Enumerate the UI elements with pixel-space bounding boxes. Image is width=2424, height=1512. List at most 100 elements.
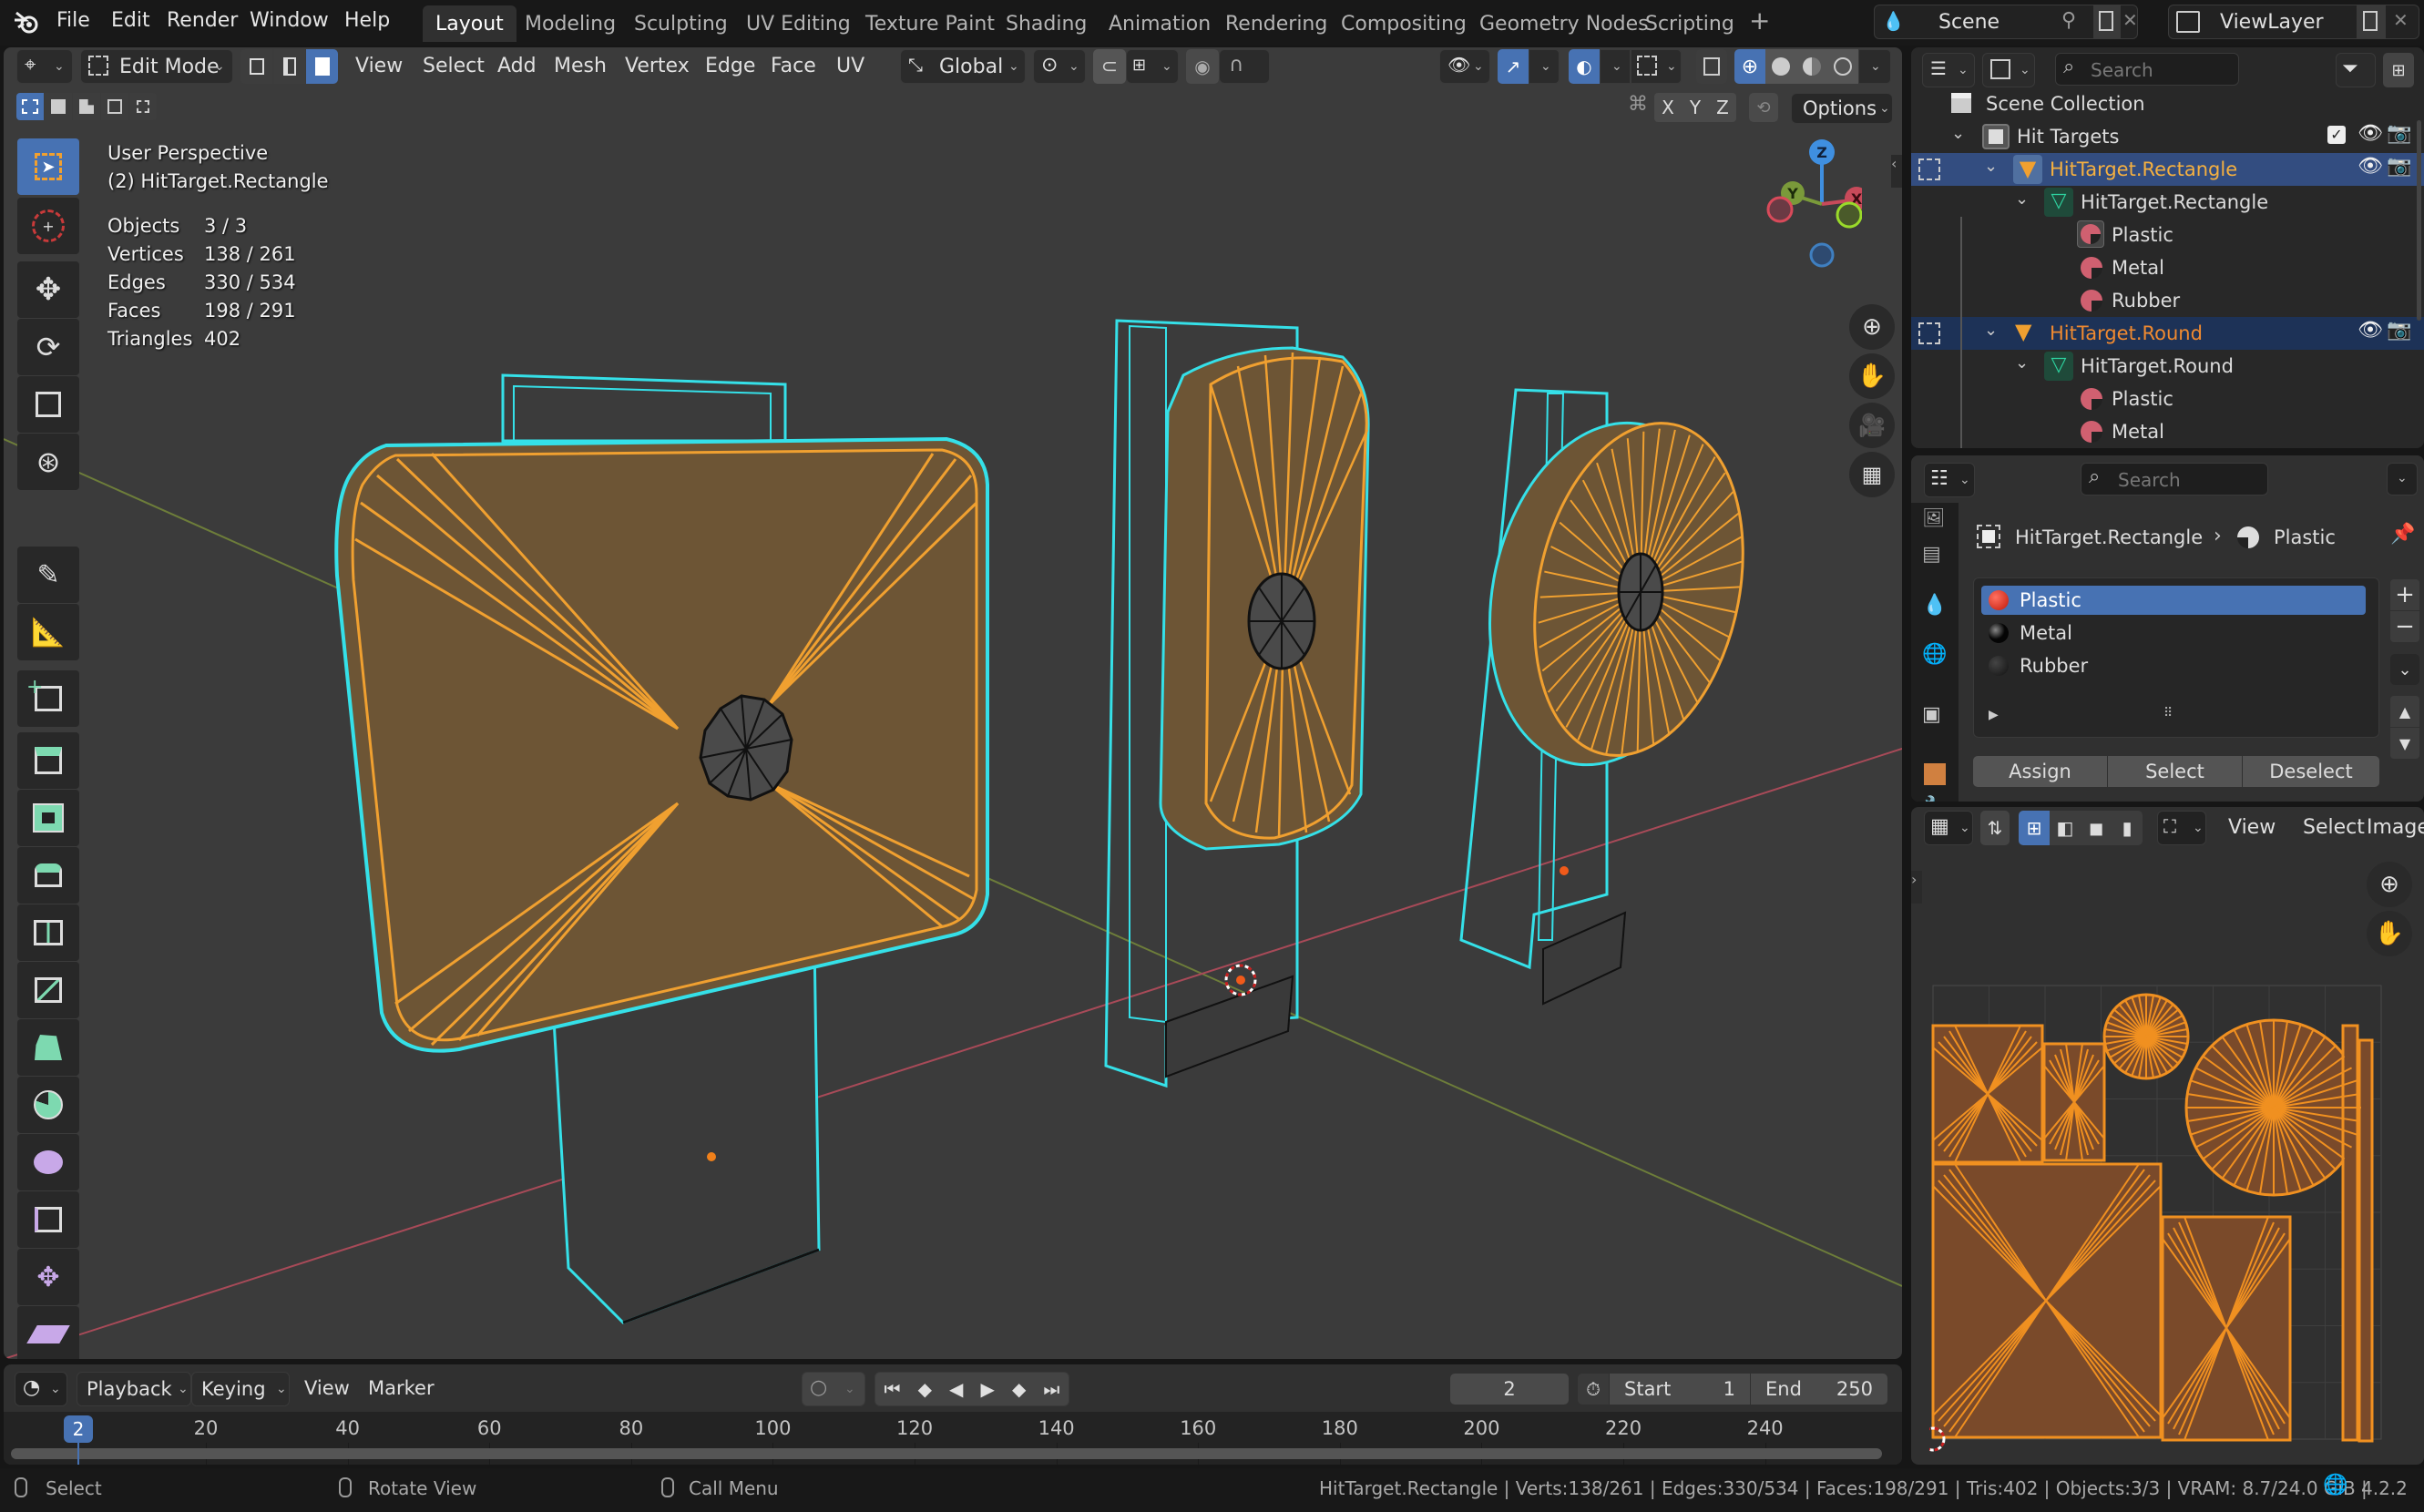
timeline-editor-type[interactable]: ◔ ⌄ (15, 1372, 67, 1406)
jump-to-keyframe-next-icon[interactable]: ◆ (1012, 1378, 1026, 1400)
properties-editor-type[interactable]: ☷ ⌄ (1924, 463, 1975, 497)
edit-mode-toggle-icon[interactable] (1918, 158, 1940, 180)
outliner-editor-type[interactable]: ☰ ⌄ (1922, 53, 1975, 87)
tab-world-icon[interactable]: 🌐 (1922, 643, 1947, 666)
move-slot-up-button[interactable]: ▲ (2390, 696, 2419, 727)
tool-move[interactable]: ✥ (17, 261, 79, 318)
tab-render-icon[interactable]: 🖼 (1922, 506, 1945, 528)
workspace-tab-rendering[interactable]: Rendering (1212, 5, 1340, 42)
outliner-row-material[interactable]: Metal (1911, 415, 2424, 448)
outliner-row-material[interactable]: Plastic (1911, 383, 2424, 415)
workspace-tab-compositing[interactable]: Compositing (1328, 5, 1479, 42)
workspace-tab-uv-editing[interactable]: UV Editing (733, 5, 864, 42)
blender-logo-icon[interactable] (13, 9, 40, 36)
workspace-tab-animation[interactable]: Animation (1096, 5, 1223, 42)
outliner-row-scene-collection[interactable]: Scene Collection (1911, 87, 2424, 120)
tab-scene-icon[interactable]: 💧 (1922, 594, 1947, 617)
tool-shear[interactable] (17, 1306, 79, 1359)
material-slots-list[interactable]: Plastic Metal Rubber ▶ ⠿ (1973, 577, 2379, 738)
material-specials-dropdown[interactable]: ⌄ (2390, 654, 2419, 685)
workspace-tab-sculpting[interactable]: Sculpting (621, 5, 741, 42)
pin-icon[interactable]: ⚲ (2061, 9, 2076, 32)
add-material-slot-button[interactable]: + (2390, 579, 2419, 610)
frame-end-field[interactable]: End 250 (1751, 1374, 1887, 1405)
expand-chevron-icon[interactable]: ⌄ (1984, 321, 1998, 340)
outliner-row-material[interactable]: Metal (1911, 251, 2424, 284)
outliner-row-material[interactable]: Rubber (1911, 284, 2424, 317)
checkbox-icon[interactable]: ✓ (2327, 126, 2346, 144)
current-frame-field[interactable]: 2 (1450, 1374, 1569, 1405)
tab-object-icon[interactable] (1924, 763, 1946, 785)
timeline-menu-view[interactable]: View (304, 1377, 350, 1399)
uv-zoom-button[interactable]: ⊕ (2367, 862, 2412, 907)
uv-editor[interactable]: ▦ ⌄ ⇅ ⊞ ◧ ◼ ▮ ⛶ ⌄ View Select Image › ⊕ ✋ (1911, 807, 2424, 1465)
pin-icon[interactable]: 📌 (2390, 523, 2415, 546)
tool-bevel[interactable] (17, 847, 79, 904)
uv-island-mode[interactable]: ▮ (2112, 811, 2143, 845)
zoom-view-button[interactable]: ⊕ (1849, 304, 1895, 350)
tool-add-cube[interactable]: + (17, 670, 79, 727)
use-preview-range-toggle[interactable]: ⏱ (1578, 1374, 1609, 1405)
new-scene-button[interactable] (2093, 5, 2121, 38)
tool-poly-build[interactable] (17, 1019, 79, 1076)
tool-measure[interactable]: 📐 (17, 604, 79, 660)
menu-help[interactable]: Help (344, 9, 390, 32)
tool-inset[interactable] (17, 790, 79, 846)
workspace-tab-modeling[interactable]: Modeling (512, 5, 629, 42)
tool-scale[interactable] (17, 376, 79, 433)
uv-menu-select[interactable]: Select (2303, 816, 2365, 839)
menu-edit[interactable]: Edit (111, 9, 150, 32)
tool-edge-slide[interactable] (17, 1191, 79, 1248)
expand-chevron-icon[interactable]: ⌄ (1984, 157, 1998, 176)
uv-editor-type[interactable]: ▦ ⌄ (1924, 811, 1973, 845)
resize-grip-icon[interactable]: ⠿ (2163, 706, 2173, 720)
uv-vertex-mode[interactable]: ⊞ (2019, 811, 2050, 845)
tool-select-box[interactable]: ➤ (17, 138, 79, 195)
outliner-search-input[interactable]: ⌕ Search (2055, 53, 2239, 86)
expand-chevron-icon[interactable]: ⌄ (2015, 189, 2029, 209)
playback-dropdown[interactable]: Playback ⌄ (77, 1372, 191, 1406)
scene-name[interactable]: Scene (1938, 11, 2000, 34)
auto-keying-toggle[interactable]: ○ ⌄ (802, 1372, 865, 1406)
render-camera-icon[interactable]: 📷 (2387, 122, 2411, 145)
select-button[interactable]: Select (2108, 756, 2242, 787)
tab-modifier-icon[interactable]: 🔧 (1924, 794, 1947, 802)
scene-selector[interactable]: 💧 Scene ⚲ ✕ (1874, 5, 2138, 39)
new-view-layer-button[interactable] (2357, 5, 2386, 38)
tool-transform[interactable]: ⊛ (17, 434, 79, 490)
uv-edge-mode[interactable]: ◧ (2050, 811, 2081, 845)
camera-view-button[interactable]: 🎥 (1849, 403, 1895, 448)
jump-to-start-icon[interactable]: ⏮ (885, 1378, 901, 1400)
edit-mode-toggle-icon[interactable] (1918, 322, 1940, 344)
close-icon[interactable]: ✕ (2122, 9, 2138, 31)
timeline-menu-marker[interactable]: Marker (368, 1377, 435, 1399)
close-icon[interactable]: ✕ (2393, 9, 2409, 31)
tool-cursor[interactable]: + (17, 198, 79, 254)
visibility-eye-icon[interactable]: 👁 (2358, 319, 2383, 342)
uv-sync-selection-toggle[interactable]: ⇅ (1980, 811, 2010, 845)
jump-to-end-icon[interactable]: ⏭ (1043, 1378, 1059, 1400)
menu-window[interactable]: Window (250, 9, 329, 32)
uv-sticky-selection-mode[interactable]: ⛶ ⌄ (2157, 811, 2206, 845)
playhead-line[interactable] (77, 1443, 79, 1465)
uv-face-mode[interactable]: ◼ (2081, 811, 2112, 845)
tool-smooth[interactable] (17, 1134, 79, 1190)
play-reverse-icon[interactable]: ◀ (949, 1378, 963, 1400)
properties-options-dropdown[interactable]: ⌄ (2387, 463, 2418, 495)
expand-triangle-icon[interactable]: ▶ (1989, 708, 1999, 722)
move-slot-down-button[interactable]: ▼ (2390, 728, 2419, 759)
render-camera-icon[interactable]: 📷 (2387, 155, 2411, 178)
filter-dropdown[interactable]: ⏷ (2336, 53, 2376, 87)
new-collection-button[interactable]: ⊞ (2383, 53, 2414, 87)
display-mode-selector[interactable]: ⌄ (1982, 53, 2035, 87)
visibility-eye-icon[interactable]: 👁 (2358, 155, 2383, 178)
outliner-row-material[interactable]: Plastic (1911, 219, 2424, 251)
view-layer-name[interactable]: ViewLayer (2220, 11, 2324, 34)
outliner-row-hittarget-round[interactable]: ⌄ ▼ HitTarget.Round 👁 📷 (1911, 317, 2424, 350)
assign-button[interactable]: Assign (1973, 756, 2107, 787)
outliner-row-mesh-data[interactable]: ⌄ ▽ HitTarget.Round (1911, 350, 2424, 383)
workspace-tab-scripting[interactable]: Scripting (1632, 5, 1747, 42)
remove-material-slot-button[interactable]: − (2390, 611, 2419, 642)
deselect-button[interactable]: Deselect (2243, 756, 2379, 787)
tool-spin[interactable] (17, 1077, 79, 1133)
